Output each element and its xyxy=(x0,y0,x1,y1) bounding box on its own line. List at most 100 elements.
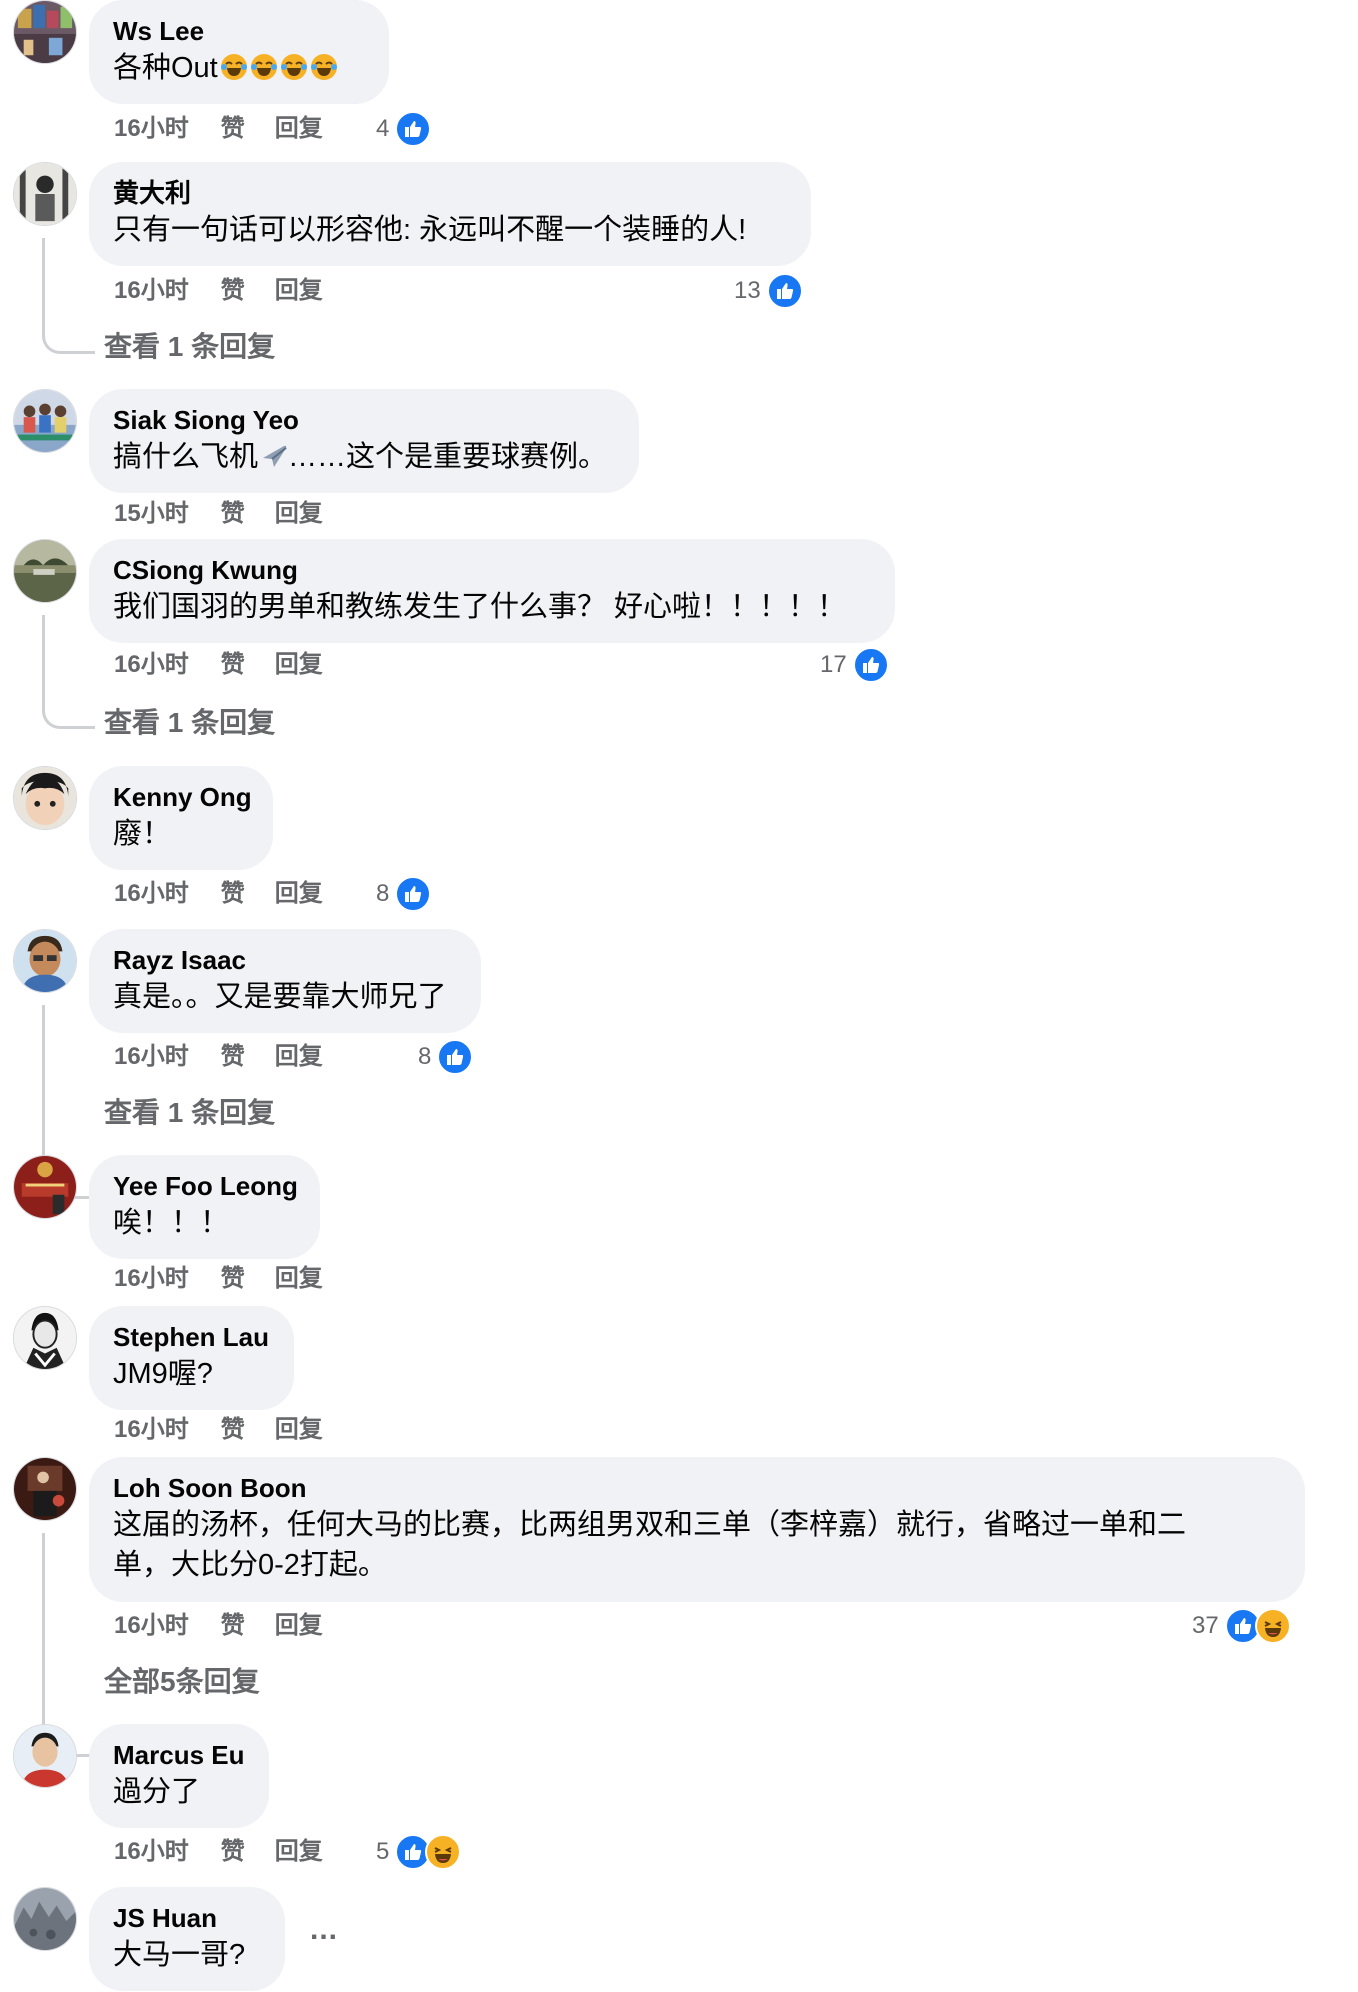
like-button[interactable]: 赞 xyxy=(221,1261,245,1297)
view-replies-link[interactable]: 查看 1 条回复 xyxy=(104,1093,275,1133)
avatar[interactable] xyxy=(13,1457,77,1521)
comment-bubble: Loh Soon Boon 这届的汤杯，任何大马的比赛，比两组男双和三单（李梓嘉… xyxy=(89,1457,1305,1602)
comment-author[interactable]: Rayz Isaac xyxy=(113,943,457,977)
comment-text: 真是。。又是要靠大师兄了 xyxy=(113,981,447,1013)
avatar[interactable] xyxy=(13,1155,77,1219)
reply-button[interactable]: 回复 xyxy=(275,111,323,147)
reaction-summary[interactable]: 13 xyxy=(734,271,803,311)
like-button[interactable]: 赞 xyxy=(221,1834,245,1870)
reply-button[interactable]: 回复 xyxy=(275,1039,323,1075)
comment-time[interactable]: 16小时 xyxy=(114,1834,189,1870)
comment-bubble: CSiong Kwung 我们国羽的男单和教练发生了什么事？ 好心啦！！！！！ xyxy=(89,539,895,643)
comment-bubble: Marcus Eu 過分了 xyxy=(89,1724,269,1828)
comment-actions: 16小时赞回复 xyxy=(114,647,353,683)
comment-actions: 15小时赞回复 xyxy=(114,496,353,532)
comment-author[interactable]: 黄大利 xyxy=(113,176,787,210)
reply-button[interactable]: 回复 xyxy=(275,647,323,683)
comment-actions: 16小时赞回复 xyxy=(114,1834,353,1870)
comment-bubble: Stephen Lau JM9喔? xyxy=(89,1306,294,1410)
comment-text: 只有一句话可以形容他: 永远叫不醒一个装睡的人! xyxy=(113,214,747,246)
reaction-summary[interactable]: 37 xyxy=(1192,1606,1291,1646)
comment-author[interactable]: Loh Soon Boon xyxy=(113,1471,1281,1505)
thread-line xyxy=(42,238,95,354)
comment-text: JM9喔? xyxy=(113,1358,213,1390)
comment-text: 我们国羽的男单和教练发生了什么事？ 好心啦！！！！！ xyxy=(113,591,847,623)
comment-bubble: JS Huan 大马一哥? xyxy=(89,1887,285,1991)
reaction-summary[interactable]: 4 xyxy=(376,109,432,149)
comment-time[interactable]: 16小时 xyxy=(114,111,189,147)
reply-button[interactable]: 回复 xyxy=(275,876,323,912)
reaction-summary[interactable]: 5 xyxy=(376,1832,462,1872)
reply-button[interactable]: 回复 xyxy=(275,496,323,532)
like-button[interactable]: 赞 xyxy=(221,1608,245,1644)
reaction-count: 17 xyxy=(820,651,847,678)
comment-actions: 16小时赞回复 xyxy=(114,1261,353,1297)
comment-author[interactable]: Kenny Ong xyxy=(113,780,252,814)
reply-button[interactable]: 回复 xyxy=(275,1834,323,1870)
comment-author[interactable]: Stephen Lau xyxy=(113,1320,270,1354)
like-button[interactable]: 赞 xyxy=(221,496,245,532)
like-button[interactable]: 赞 xyxy=(221,1039,245,1075)
avatar[interactable] xyxy=(13,929,77,993)
like-button[interactable]: 赞 xyxy=(221,647,245,683)
reaction-count: 13 xyxy=(734,277,761,304)
reaction-count: 4 xyxy=(376,115,390,142)
reaction-count: 8 xyxy=(376,880,390,907)
reaction-summary[interactable]: 8 xyxy=(418,1037,474,1077)
comment-author[interactable]: Yee Foo Leong xyxy=(113,1169,298,1203)
avatar[interactable] xyxy=(13,389,77,453)
avatar[interactable] xyxy=(13,162,77,226)
comment-bubble: Yee Foo Leong 唉！！！ xyxy=(89,1155,320,1259)
reply-button[interactable]: 回复 xyxy=(275,1608,323,1644)
reply-button[interactable]: 回复 xyxy=(275,1412,323,1448)
like-button[interactable]: 赞 xyxy=(221,1412,245,1448)
comment-bubble: Ws Lee 各种Out xyxy=(89,0,389,104)
comment-time[interactable]: 16小时 xyxy=(114,1261,189,1297)
comment-actions: 16小时赞回复 xyxy=(114,876,353,912)
comment-text: 各种Out xyxy=(113,52,218,84)
comment-author[interactable]: Ws Lee xyxy=(113,14,365,48)
comment-time[interactable]: 16小时 xyxy=(114,647,189,683)
like-button[interactable]: 赞 xyxy=(221,876,245,912)
like-reaction-icon xyxy=(766,273,803,309)
comment-text: 過分了 xyxy=(113,1776,201,1808)
reply-button[interactable]: 回复 xyxy=(275,273,323,309)
like-button[interactable]: 赞 xyxy=(221,273,245,309)
view-replies-link[interactable]: 查看 1 条回复 xyxy=(104,703,275,743)
comment-time[interactable]: 16小时 xyxy=(114,876,189,912)
thread-line xyxy=(42,615,95,729)
comment-time[interactable]: 16小时 xyxy=(114,273,189,309)
reaction-count: 5 xyxy=(376,1838,390,1865)
reaction-summary[interactable]: 8 xyxy=(376,874,432,914)
avatar[interactable] xyxy=(13,539,77,603)
comment-time[interactable]: 16小时 xyxy=(114,1412,189,1448)
avatar[interactable] xyxy=(13,1887,77,1951)
view-replies-link[interactable]: 全部5条回复 xyxy=(104,1662,260,1702)
view-replies-link[interactable]: 查看 1 条回复 xyxy=(104,327,275,367)
comment-text: 大马一哥? xyxy=(113,1939,246,1971)
avatar[interactable] xyxy=(13,1724,77,1788)
comment-text-part: 搞什么飞机 xyxy=(113,441,259,473)
comment-text-row: 各种Out xyxy=(113,48,365,88)
comment-time[interactable]: 16小时 xyxy=(114,1608,189,1644)
avatar[interactable] xyxy=(13,766,77,830)
like-button[interactable]: 赞 xyxy=(221,111,245,147)
like-reaction-icon xyxy=(437,1039,474,1075)
comment-author[interactable]: CSiong Kwung xyxy=(113,553,871,587)
comment-time[interactable]: 15小时 xyxy=(114,496,189,532)
comment-time[interactable]: 16小时 xyxy=(114,1039,189,1075)
comment-author[interactable]: Marcus Eu xyxy=(113,1738,245,1772)
comment-bubble: Siak Siong Yeo 搞什么飞机 ……这个是重要球赛例。 xyxy=(89,389,639,493)
comment-author[interactable]: JS Huan xyxy=(113,1901,261,1935)
reaction-summary[interactable]: 17 xyxy=(820,645,889,685)
comment-actions: 16小时赞回复 xyxy=(114,111,353,147)
reply-button[interactable]: 回复 xyxy=(275,1261,323,1297)
more-options-icon[interactable]: ... xyxy=(310,1913,338,1947)
avatar[interactable] xyxy=(13,0,77,64)
comment-author[interactable]: Siak Siong Yeo xyxy=(113,403,615,437)
avatar[interactable] xyxy=(13,1306,77,1370)
comment-bubble: Rayz Isaac 真是。。又是要靠大师兄了 xyxy=(89,929,481,1033)
haha-reaction-icon xyxy=(1254,1608,1291,1644)
comment-text-part: ……这个是重要球赛例。 xyxy=(288,441,608,473)
comment-actions: 16小时赞回复 xyxy=(114,273,353,309)
